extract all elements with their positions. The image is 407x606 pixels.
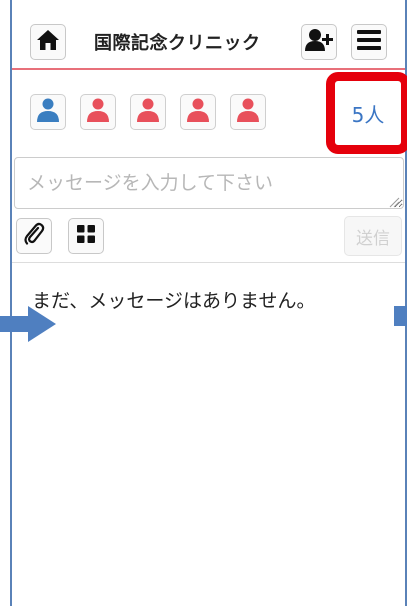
message-input-box <box>14 157 404 209</box>
member-avatar-staff[interactable] <box>30 94 66 130</box>
send-button[interactable]: 送信 <box>344 216 402 256</box>
member-list: 5人 <box>12 72 407 154</box>
member-count-button[interactable]: 5人 <box>326 72 407 154</box>
home-button[interactable] <box>30 24 66 60</box>
divider <box>12 262 405 263</box>
member-avatar[interactable] <box>80 94 116 130</box>
message-input[interactable] <box>15 158 403 208</box>
attach-file-button[interactable] <box>16 218 52 254</box>
member-avatar[interactable] <box>230 94 266 130</box>
member-avatar[interactable] <box>130 94 166 130</box>
person-icon <box>87 98 109 126</box>
empty-messages-text: まだ、メッセージはありません。 <box>32 290 316 312</box>
menu-icon <box>357 30 381 54</box>
stamp-grid-icon <box>76 224 96 248</box>
member-count-label: 5人 <box>351 102 385 127</box>
annotation-arrow-fragment <box>394 306 407 326</box>
member-avatar[interactable] <box>180 94 216 130</box>
stamp-button[interactable] <box>68 218 104 254</box>
person-icon <box>237 98 259 126</box>
person-icon <box>137 98 159 126</box>
app-header: 国際記念クリニック <box>12 0 405 70</box>
menu-button[interactable] <box>351 24 387 60</box>
resize-grip-icon[interactable] <box>388 193 400 208</box>
home-icon <box>36 29 60 55</box>
person-icon <box>187 98 209 126</box>
add-user-icon <box>305 28 333 56</box>
attachment-icon <box>23 222 45 250</box>
page-title: 国際記念クリニック <box>94 33 261 54</box>
annotation-arrow-icon <box>0 306 56 346</box>
add-member-button[interactable] <box>301 24 337 60</box>
person-icon <box>37 98 59 126</box>
